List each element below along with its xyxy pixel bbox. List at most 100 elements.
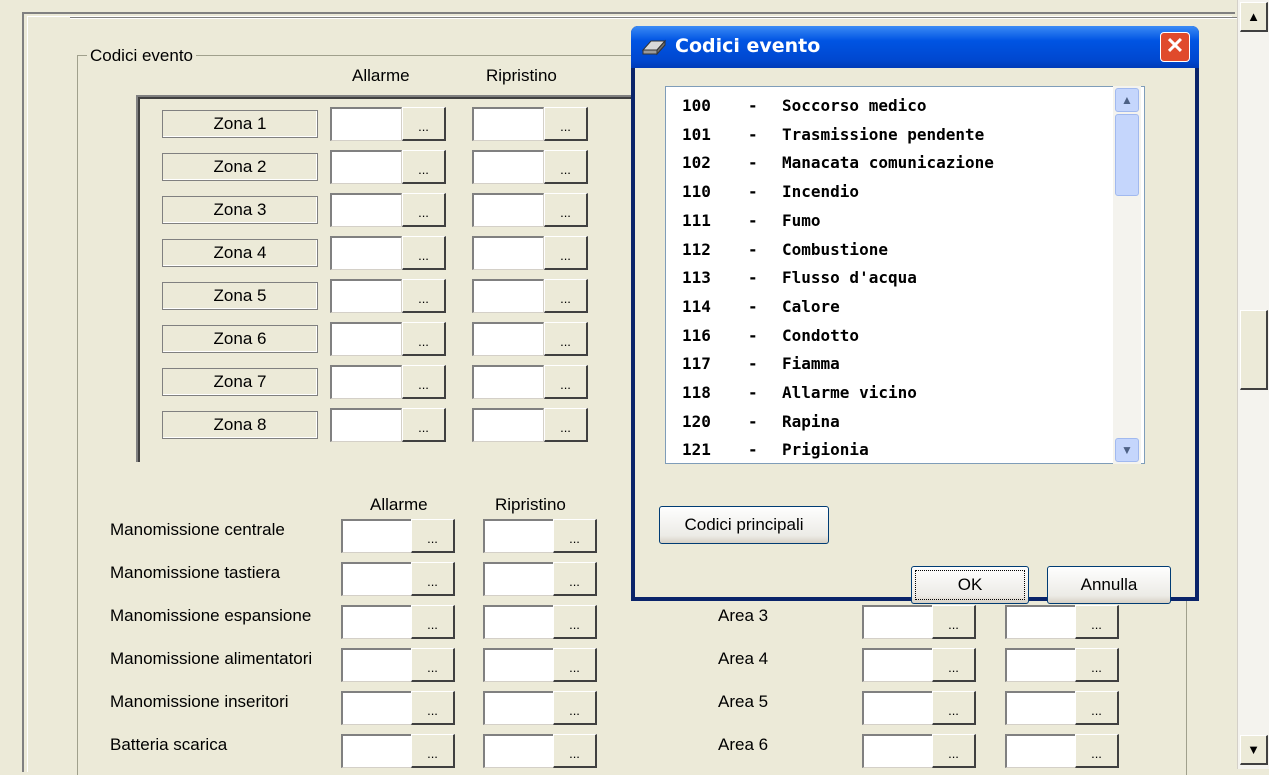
restore-browse-button[interactable]: ... [553, 562, 597, 596]
alarm-code-input[interactable] [862, 691, 934, 725]
list-item[interactable]: 112 - Combustione [682, 235, 1122, 264]
list-item[interactable]: 101 - Trasmissione pendente [682, 120, 1122, 149]
alarm-code-input[interactable] [330, 322, 402, 356]
restore-code-input[interactable] [483, 648, 555, 682]
alarm-code-input[interactable] [341, 691, 413, 725]
alarm-code-input[interactable] [330, 150, 402, 184]
list-item[interactable]: 114 - Calore [682, 292, 1122, 321]
ok-button[interactable]: OK [911, 566, 1029, 604]
list-item[interactable]: 116 - Condotto [682, 321, 1122, 350]
restore-browse-button[interactable]: ... [544, 322, 588, 356]
restore-browse-button[interactable]: ... [544, 150, 588, 184]
restore-browse-button[interactable]: ... [544, 236, 588, 270]
alarm-code-input[interactable] [862, 648, 934, 682]
alarm-browse-button[interactable]: ... [402, 236, 446, 270]
alarm-browse-button[interactable]: ... [411, 605, 455, 639]
restore-code-input[interactable] [472, 408, 544, 442]
restore-browse-button[interactable]: ... [544, 107, 588, 141]
alarm-browse-button[interactable]: ... [402, 408, 446, 442]
restore-code-input[interactable] [472, 322, 544, 356]
alarm-browse-button[interactable]: ... [411, 734, 455, 768]
alarm-browse-button[interactable]: ... [932, 691, 976, 725]
restore-code-input[interactable] [472, 107, 544, 141]
list-item[interactable]: 111 - Fumo [682, 206, 1122, 235]
restore-code-input[interactable] [483, 734, 555, 768]
restore-code-input[interactable] [483, 562, 555, 596]
restore-code-input[interactable] [1005, 734, 1077, 768]
restore-browse-button[interactable]: ... [553, 691, 597, 725]
alarm-code-input[interactable] [330, 279, 402, 313]
restore-code-input[interactable] [472, 365, 544, 399]
list-item[interactable]: 117 - Fiamma [682, 349, 1122, 378]
alarm-browse-button[interactable]: ... [411, 648, 455, 682]
alarm-code-input[interactable] [341, 605, 413, 639]
restore-browse-button[interactable]: ... [1075, 734, 1119, 768]
event-code-number: 118 [682, 383, 711, 402]
list-item[interactable]: 121 - Prigionia [682, 435, 1122, 463]
cancel-button[interactable]: Annulla [1047, 566, 1171, 604]
alarm-code-input[interactable] [862, 605, 934, 639]
restore-browse-button[interactable]: ... [553, 519, 597, 553]
restore-browse-button[interactable]: ... [553, 734, 597, 768]
restore-browse-button[interactable]: ... [544, 193, 588, 227]
alarm-browse-button[interactable]: ... [932, 734, 976, 768]
list-item[interactable]: 110 - Incendio [682, 177, 1122, 206]
restore-code-input[interactable] [472, 150, 544, 184]
restore-browse-button[interactable]: ... [1075, 648, 1119, 682]
list-item[interactable]: 120 - Rapina [682, 407, 1122, 436]
alarm-code-input[interactable] [341, 648, 413, 682]
dialog-titlebar[interactable]: Codici evento ✕ [631, 26, 1199, 68]
code-list-scroll-thumb[interactable] [1115, 114, 1139, 196]
alarm-code-input[interactable] [862, 734, 934, 768]
alarm-browse-button[interactable]: ... [402, 193, 446, 227]
restore-code-input[interactable] [1005, 605, 1077, 639]
restore-code-input[interactable] [483, 519, 555, 553]
list-item[interactable]: 100 - Soccorso medico [682, 91, 1122, 120]
restore-browse-button[interactable]: ... [553, 605, 597, 639]
scroll-down-icon[interactable]: ▼ [1240, 735, 1268, 765]
alarm-code-input[interactable] [341, 519, 413, 553]
alarm-browse-button[interactable]: ... [402, 322, 446, 356]
restore-browse-button[interactable]: ... [1075, 691, 1119, 725]
main-codes-button[interactable]: Codici principali [659, 506, 829, 544]
restore-browse-button[interactable]: ... [544, 365, 588, 399]
restore-browse-button[interactable]: ... [553, 648, 597, 682]
alarm-browse-button[interactable]: ... [411, 691, 455, 725]
code-list-scrollbar[interactable]: ▲ ▼ [1113, 86, 1141, 464]
alarm-browse-button[interactable]: ... [932, 605, 976, 639]
chevron-down-icon[interactable]: ▼ [1115, 438, 1139, 462]
event-code-list[interactable]: 100 - Soccorso medico 101 - Trasmissione pend… [665, 86, 1145, 464]
restore-code-input[interactable] [483, 691, 555, 725]
alarm-browse-button[interactable]: ... [932, 648, 976, 682]
list-item[interactable]: 118 - Allarme vicino [682, 378, 1122, 407]
alarm-code-input[interactable] [330, 408, 402, 442]
scrollbar-thumb[interactable] [1240, 310, 1268, 390]
alarm-browse-button[interactable]: ... [402, 365, 446, 399]
close-icon[interactable]: ✕ [1160, 32, 1190, 62]
restore-code-input[interactable] [483, 605, 555, 639]
main-scrollbar[interactable]: ▲ ▼ [1237, 0, 1269, 769]
scroll-up-icon[interactable]: ▲ [1240, 2, 1268, 32]
restore-code-input[interactable] [472, 193, 544, 227]
alarm-browse-button[interactable]: ... [402, 107, 446, 141]
alarm-browse-button[interactable]: ... [411, 562, 455, 596]
alarm-code-input[interactable] [330, 365, 402, 399]
restore-browse-button[interactable]: ... [1075, 605, 1119, 639]
alarm-code-input[interactable] [330, 193, 402, 227]
alarm-code-input[interactable] [330, 236, 402, 270]
alarm-browse-button[interactable]: ... [411, 519, 455, 553]
restore-code-input[interactable] [1005, 691, 1077, 725]
alarm-code-input[interactable] [341, 734, 413, 768]
list-item[interactable]: 102 - Manacata comunicazione [682, 148, 1122, 177]
alarm-code-input[interactable] [330, 107, 402, 141]
alarm-browse-button[interactable]: ... [402, 279, 446, 313]
restore-browse-button[interactable]: ... [544, 279, 588, 313]
restore-code-input[interactable] [472, 279, 544, 313]
list-item[interactable]: 113 - Flusso d'acqua [682, 263, 1122, 292]
alarm-browse-button[interactable]: ... [402, 150, 446, 184]
restore-code-input[interactable] [1005, 648, 1077, 682]
alarm-code-input[interactable] [341, 562, 413, 596]
restore-browse-button[interactable]: ... [544, 408, 588, 442]
restore-code-input[interactable] [472, 236, 544, 270]
chevron-up-icon[interactable]: ▲ [1115, 88, 1139, 112]
